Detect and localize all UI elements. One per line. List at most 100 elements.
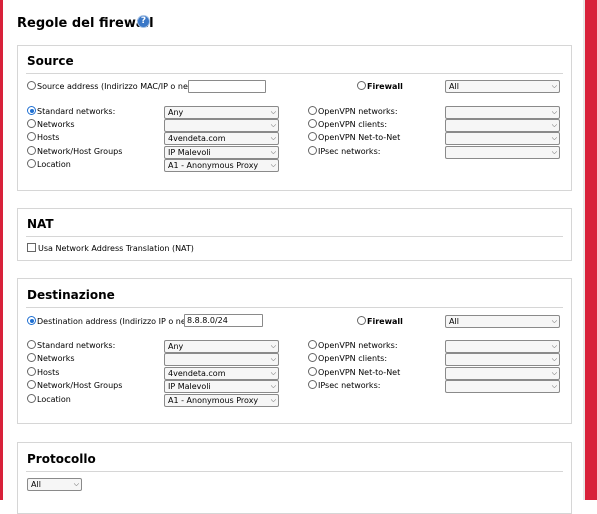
source-address-input[interactable] — [188, 80, 266, 93]
source-ipsec-select[interactable]: ⌵ — [445, 146, 560, 159]
destination-networks-radio[interactable] — [27, 353, 36, 362]
nat-option[interactable]: Usa Network Address Translation (NAT) — [27, 243, 194, 254]
destination-openvpn-networks-select[interactable]: ⌵ — [445, 340, 560, 353]
source-location-select[interactable]: A1 - Anonymous Proxy ⌵ — [164, 159, 279, 172]
source-openvpn-clients-select[interactable]: ⌵ — [445, 119, 560, 132]
destination-firewall-radio[interactable] — [357, 316, 366, 325]
destination-hosts-value: 4vendeta.com — [168, 369, 226, 378]
chevron-down-icon: ⌵ — [270, 396, 276, 404]
nat-title: NAT — [27, 217, 54, 231]
chevron-down-icon: ⌵ — [270, 134, 276, 142]
destination-hosts-label: Hosts — [37, 368, 60, 377]
destination-networks-select[interactable]: ⌵ — [164, 353, 279, 366]
destination-groups-select[interactable]: IP Malevoli ⌵ — [164, 380, 279, 393]
source-firewall-radio[interactable] — [357, 81, 366, 90]
chevron-down-icon: ⌵ — [551, 317, 557, 325]
source-firewall-select[interactable]: All ⌵ — [445, 80, 560, 93]
destination-firewall-label: Firewall — [367, 317, 403, 326]
source-networks-option[interactable]: Networks — [27, 119, 75, 130]
source-standard-networks-label: Standard networks: — [37, 107, 116, 116]
source-openvpn-networks-select[interactable]: ⌵ — [445, 106, 560, 119]
destination-openvpn-n2n-select[interactable]: ⌵ — [445, 367, 560, 380]
source-standard-networks-radio[interactable] — [27, 106, 36, 115]
source-groups-value: IP Malevoli — [168, 148, 211, 157]
source-hosts-select[interactable]: 4vendeta.com ⌵ — [164, 132, 279, 145]
destination-openvpn-networks-radio[interactable] — [308, 340, 317, 349]
chevron-down-icon: ⌵ — [551, 355, 557, 363]
destination-networks-option[interactable]: Networks — [27, 353, 75, 364]
source-location-radio[interactable] — [27, 159, 36, 168]
destination-groups-option[interactable]: Network/Host Groups — [27, 380, 122, 391]
destination-firewall-select[interactable]: All ⌵ — [445, 315, 560, 328]
source-networks-radio[interactable] — [27, 119, 36, 128]
destination-location-radio[interactable] — [27, 394, 36, 403]
destination-openvpn-n2n-label: OpenVPN Net-to-Net — [318, 368, 401, 377]
source-address-radio[interactable] — [27, 81, 36, 90]
source-hosts-radio[interactable] — [27, 132, 36, 141]
destination-ipsec-label: IPsec networks: — [318, 381, 381, 390]
destination-standard-networks-radio[interactable] — [27, 340, 36, 349]
source-openvpn-clients-radio[interactable] — [308, 119, 317, 128]
divider — [26, 307, 563, 308]
source-openvpn-n2n-select[interactable]: ⌵ — [445, 132, 560, 145]
destination-standard-networks-label: Standard networks: — [37, 341, 116, 350]
destination-standard-networks-select[interactable]: Any ⌵ — [164, 340, 279, 353]
chevron-down-icon: ⌵ — [551, 342, 557, 350]
destination-ipsec-select[interactable]: ⌵ — [445, 380, 560, 393]
source-standard-networks-option[interactable]: Standard networks: — [27, 106, 115, 117]
destination-location-select[interactable]: A1 - Anonymous Proxy ⌵ — [164, 394, 279, 407]
nat-checkbox[interactable] — [27, 243, 36, 252]
destination-groups-radio[interactable] — [27, 380, 36, 389]
destination-firewall-option[interactable]: Firewall — [357, 316, 403, 327]
chevron-down-icon: ⌵ — [270, 355, 276, 363]
chevron-down-icon: ⌵ — [551, 108, 557, 116]
destination-standard-networks-option[interactable]: Standard networks: — [27, 340, 115, 351]
destination-hosts-select[interactable]: 4vendeta.com ⌵ — [164, 367, 279, 380]
chevron-down-icon: ⌵ — [270, 108, 276, 116]
destination-address-radio[interactable] — [27, 316, 36, 325]
destination-openvpn-clients-select[interactable]: ⌵ — [445, 353, 560, 366]
destination-openvpn-clients-label: OpenVPN clients: — [318, 354, 388, 363]
source-hosts-option[interactable]: Hosts — [27, 132, 59, 143]
source-standard-networks-select[interactable]: Any ⌵ — [164, 106, 279, 119]
source-location-option[interactable]: Location — [27, 159, 71, 170]
source-groups-radio[interactable] — [27, 146, 36, 155]
source-groups-option[interactable]: Network/Host Groups — [27, 146, 122, 157]
source-groups-select[interactable]: IP Malevoli ⌵ — [164, 146, 279, 159]
destination-openvpn-n2n-option[interactable]: OpenVPN Net-to-Net — [308, 367, 400, 378]
destination-ipsec-radio[interactable] — [308, 380, 317, 389]
destination-location-option[interactable]: Location — [27, 394, 71, 405]
chevron-down-icon: ⌵ — [270, 342, 276, 350]
source-location-label: Location — [37, 160, 71, 169]
source-ipsec-label: IPsec networks: — [318, 147, 381, 156]
source-hosts-label: Hosts — [37, 133, 60, 142]
source-openvpn-clients-option[interactable]: OpenVPN clients: — [308, 119, 387, 130]
chevron-down-icon: ⌵ — [551, 134, 557, 142]
protocol-section: Protocollo All ⌵ — [17, 442, 572, 514]
source-openvpn-networks-option[interactable]: OpenVPN networks: — [308, 106, 398, 117]
source-firewall-label: Firewall — [367, 82, 403, 91]
source-openvpn-n2n-radio[interactable] — [308, 132, 317, 141]
destination-address-input[interactable]: 8.8.8.0/24 — [184, 314, 263, 327]
source-hosts-value: 4vendeta.com — [168, 134, 226, 143]
source-title: Source — [27, 54, 74, 68]
destination-openvpn-n2n-radio[interactable] — [308, 367, 317, 376]
protocol-select[interactable]: All ⌵ — [27, 478, 82, 491]
destination-ipsec-option[interactable]: IPsec networks: — [308, 380, 380, 391]
protocol-value: All — [31, 480, 41, 489]
source-ipsec-option[interactable]: IPsec networks: — [308, 146, 380, 157]
source-openvpn-n2n-option[interactable]: OpenVPN Net-to-Net — [308, 132, 400, 143]
source-openvpn-networks-radio[interactable] — [308, 106, 317, 115]
help-icon[interactable]: ? — [138, 16, 149, 27]
source-networks-select[interactable]: ⌵ — [164, 119, 279, 132]
source-ipsec-radio[interactable] — [308, 146, 317, 155]
destination-openvpn-clients-radio[interactable] — [308, 353, 317, 362]
source-firewall-option[interactable]: Firewall — [357, 81, 403, 92]
protocol-title: Protocollo — [27, 452, 96, 466]
destination-openvpn-networks-option[interactable]: OpenVPN networks: — [308, 340, 398, 351]
destination-hosts-option[interactable]: Hosts — [27, 367, 59, 378]
destination-groups-value: IP Malevoli — [168, 382, 211, 391]
destination-hosts-radio[interactable] — [27, 367, 36, 376]
destination-title: Destinazione — [27, 288, 115, 302]
destination-openvpn-clients-option[interactable]: OpenVPN clients: — [308, 353, 387, 364]
